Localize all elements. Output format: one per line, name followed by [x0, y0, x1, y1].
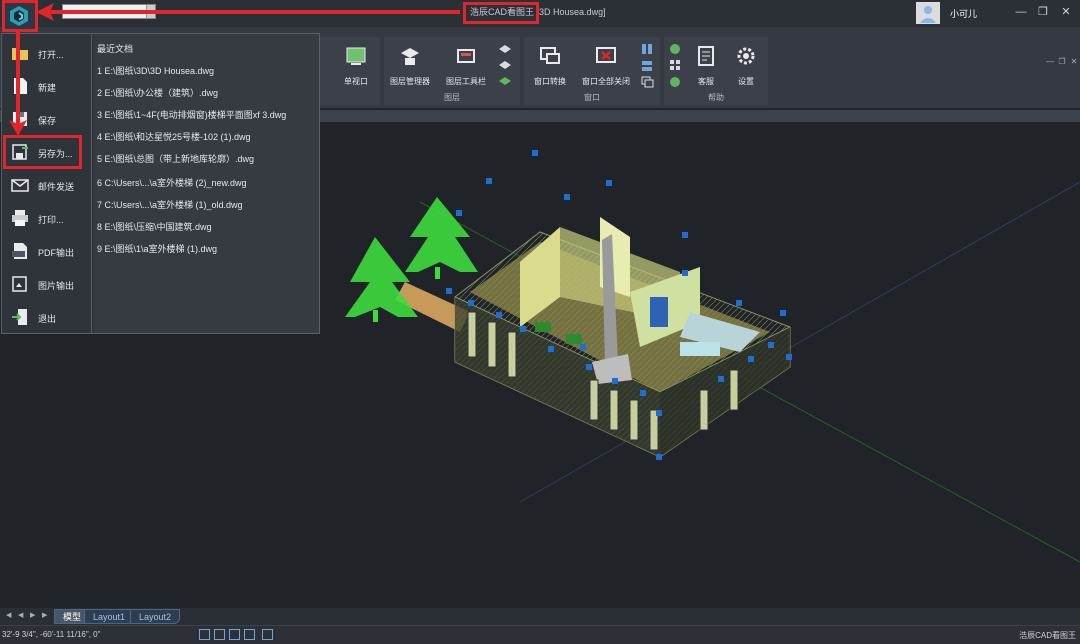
pan-icon[interactable] — [214, 629, 225, 640]
recent-documents-panel: 最近文档 1 E:\图纸\3D\3D Housea.dwg 2 E:\图纸\办公… — [94, 34, 319, 333]
exit-icon — [12, 309, 27, 325]
annotation-arrowhead-down — [9, 120, 27, 136]
zoom-icon[interactable] — [199, 629, 210, 640]
menu-item-email[interactable]: 邮件发送 — [6, 171, 90, 201]
recent-document-item[interactable]: 9 E:\图纸\1\a室外楼梯 (1).dwg — [97, 242, 217, 255]
ribbon-group-help: 客服 设置 帮助 — [664, 37, 768, 105]
menu-item-exit[interactable]: 退出 — [6, 303, 90, 333]
recent-documents-title: 最近文档 — [97, 44, 134, 54]
mdi-restore-button[interactable]: ❐ — [1057, 57, 1067, 67]
annotation-arrow-down-line — [16, 32, 20, 124]
fit-view-icon[interactable] — [262, 629, 273, 640]
minimize-button[interactable]: — — [1012, 3, 1030, 21]
single-viewport-button[interactable]: 单视口 — [334, 45, 378, 91]
tab-prev-arrow[interactable]: ◀ — [18, 611, 23, 619]
single-viewport-icon — [346, 47, 366, 65]
annotation-arrowhead-left — [36, 3, 54, 21]
layout-tab-bar: ◀ ◀ ▶ ▶ 模型 Layout1 Layout2 — [0, 608, 1080, 625]
close-all-windows-icon — [596, 47, 616, 63]
tree-right — [405, 197, 478, 279]
switch-window-icon — [540, 47, 560, 64]
status-app-name: 浩辰CAD看图王 — [1019, 631, 1076, 640]
image-export-icon — [12, 276, 27, 292]
window-title-file: [3D Housea.dwg] — [536, 7, 606, 17]
ribbon-group-layer-label: 图层 — [444, 93, 460, 102]
switch-window-button[interactable]: 窗口转换 — [524, 45, 576, 91]
layer-toolbar-icon — [457, 49, 475, 63]
layer-toolbar-button[interactable]: 图层工具栏 — [440, 45, 492, 91]
recent-document-item[interactable]: 6 C:\Users\...\a室外楼梯 (2)_new.dwg — [97, 176, 247, 189]
new-file-icon — [14, 78, 27, 94]
close-button[interactable]: ✕ — [1057, 3, 1075, 21]
recent-document-item[interactable]: 3 E:\图纸\1~4F(电动排烟窗)楼梯平面图xf 3.dwg — [97, 108, 286, 121]
ribbon-group-window-label: 窗口 — [584, 93, 600, 102]
application-menu: 打开... 新建 保存 另存为... 邮件发送 打印... PDF输出 图片输出… — [1, 33, 320, 334]
recent-document-item[interactable]: 5 E:\图纸\总图（带上新地库轮廓）.dwg — [97, 152, 254, 165]
email-icon — [11, 179, 29, 192]
tab-last-arrow[interactable]: ▶ — [42, 611, 47, 619]
gear-icon — [737, 47, 755, 65]
pdf-icon — [12, 243, 27, 259]
menu-item-pdf[interactable]: PDF输出 — [6, 237, 90, 267]
restore-button[interactable]: ❐ — [1034, 3, 1052, 21]
ribbon-group-window: 窗口转换 窗口全部关闭 窗口 — [524, 37, 660, 105]
open-file-icon — [12, 48, 28, 60]
menu-item-print[interactable]: 打印... — [6, 204, 90, 234]
ortho-icon[interactable] — [244, 629, 255, 640]
print-icon — [12, 210, 28, 226]
mdi-minimize-button[interactable]: — — [1045, 57, 1055, 67]
user-icon — [920, 6, 936, 23]
mdi-close-button[interactable]: ✕ — [1069, 57, 1079, 67]
recent-document-item[interactable]: 7 C:\Users\...\a室外楼梯 (1)_old.dwg — [97, 198, 243, 211]
tab-layout2[interactable]: Layout2 — [130, 609, 181, 624]
layer-manager-icon — [401, 48, 419, 65]
help-small-icons[interactable] — [668, 43, 682, 91]
snap-icon[interactable] — [229, 629, 240, 640]
annotation-highlight-logo — [2, 0, 38, 32]
recent-document-item[interactable]: 8 E:\图纸\压缩\中国建筑.dwg — [97, 220, 212, 233]
tab-first-arrow[interactable]: ◀ — [6, 611, 11, 619]
tab-next-arrow[interactable]: ▶ — [30, 611, 35, 619]
customer-service-icon — [698, 46, 714, 66]
cad-viewer-window: 浩辰CAD看图王 [3D Housea.dwg] 小可儿 — ❐ ✕ — ❐ ✕… — [0, 0, 1080, 644]
annotation-arrow-line — [50, 10, 460, 14]
layer-stack-icons[interactable] — [498, 43, 512, 91]
recent-document-item[interactable]: 1 E:\图纸\3D\3D Housea.dwg — [97, 64, 214, 77]
cursor-coordinates: 32'-9 3/4", -60'-11 11/16", 0" — [2, 630, 101, 639]
tab-layout1[interactable]: Layout1 — [84, 609, 135, 624]
layer-manager-button[interactable]: 图层管理器 — [384, 45, 436, 91]
recent-document-item[interactable]: 2 E:\图纸\办公楼（建筑）.dwg — [97, 86, 218, 99]
window-arrange-icons[interactable] — [640, 43, 654, 91]
recent-document-item[interactable]: 4 E:\图纸\和达星悦25号楼-102 (1).dwg — [97, 130, 251, 143]
close-all-windows-button[interactable]: 窗口全部关闭 — [574, 45, 638, 91]
user-avatar[interactable] — [916, 2, 940, 24]
ribbon-group-help-label: 帮助 — [708, 93, 724, 102]
annotation-highlight-title — [463, 2, 539, 24]
annotation-highlight-save-as — [3, 135, 82, 169]
user-name[interactable]: 小可儿 — [950, 7, 977, 20]
house-model — [454, 217, 791, 458]
ribbon-group-layer: 图层管理器 图层工具栏 图层 — [384, 37, 520, 105]
customer-service-button[interactable]: 客服 — [686, 45, 726, 91]
menu-item-image-export[interactable]: 图片输出 — [6, 270, 90, 300]
tree-left — [345, 237, 418, 322]
status-bar: 32'-9 3/4", -60'-11 11/16", 0" 浩辰CAD看图王 — [0, 625, 1080, 644]
settings-button[interactable]: 设置 — [726, 45, 766, 91]
